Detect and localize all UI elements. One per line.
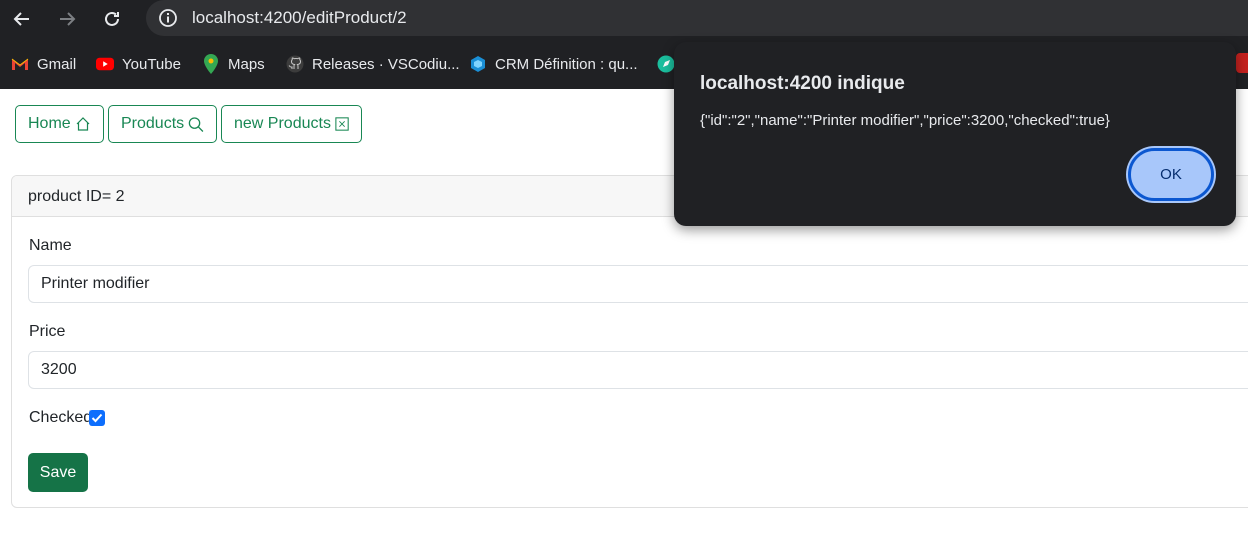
price-label: Price (29, 323, 66, 340)
arrow-left-icon (13, 12, 29, 26)
search-icon (188, 116, 204, 132)
house-icon (76, 117, 90, 131)
info-icon[interactable] (158, 8, 178, 28)
forward-button[interactable] (53, 5, 81, 33)
address-bar[interactable]: localhost:4200/editProduct/2 (146, 0, 1248, 36)
youtube-icon (96, 55, 114, 73)
browser-toolbar: localhost:4200/editProduct/2 (0, 0, 1248, 38)
plus-square-icon (335, 117, 349, 131)
bookmark-label: YouTube (122, 55, 181, 73)
crm-icon (469, 55, 487, 73)
github-icon (286, 55, 304, 73)
bookmark-releases[interactable]: Releases · VSCodiu... (286, 53, 460, 75)
bookmark-label: CRM Définition : qu... (495, 55, 638, 73)
home-label: Home (28, 115, 71, 132)
product-id-title: product ID= 2 (28, 188, 125, 205)
ok-button[interactable]: OK (1128, 148, 1214, 201)
checked-label: Checked (29, 409, 93, 426)
url-text[interactable]: localhost:4200/editProduct/2 (192, 8, 407, 28)
gmail-icon (11, 55, 29, 73)
alert-dialog: localhost:4200 indique {"id":"2","name":… (674, 42, 1236, 226)
bookmark-label: Maps (228, 55, 265, 73)
reload-icon (105, 11, 119, 26)
products-label: Products (121, 115, 185, 132)
checked-checkbox[interactable] (89, 410, 105, 426)
arrow-right-icon (60, 12, 76, 26)
bookmark-gmail[interactable]: Gmail (11, 53, 76, 75)
save-button[interactable]: Save (28, 453, 88, 492)
bookmark-label: Gmail (37, 55, 77, 73)
dialog-message: {"id":"2","name":"Printer modifier","pri… (700, 112, 1110, 129)
bookmark-youtube[interactable]: YouTube (96, 53, 181, 75)
bookmark-label: Releases · VSCodiu... (312, 55, 460, 73)
reload-button[interactable] (98, 5, 126, 33)
dialog-title: localhost:4200 indique (700, 73, 905, 94)
rocket-icon (657, 55, 675, 73)
name-label: Name (29, 237, 72, 254)
name-input[interactable] (28, 265, 1248, 303)
price-input[interactable] (28, 351, 1248, 389)
bookmark-maps[interactable]: Maps (202, 53, 265, 75)
bookmark-partial[interactable] (657, 53, 675, 75)
back-button[interactable] (8, 5, 36, 33)
new-products-button[interactable]: new Products (221, 105, 362, 143)
maps-icon (202, 54, 220, 74)
checkmark-icon (91, 413, 103, 423)
new-products-label: new Products (234, 115, 331, 132)
extension-badge (1236, 53, 1248, 73)
bookmark-crm[interactable]: CRM Définition : qu... (469, 53, 638, 75)
home-button[interactable]: Home (15, 105, 104, 143)
products-button[interactable]: Products (108, 105, 217, 143)
